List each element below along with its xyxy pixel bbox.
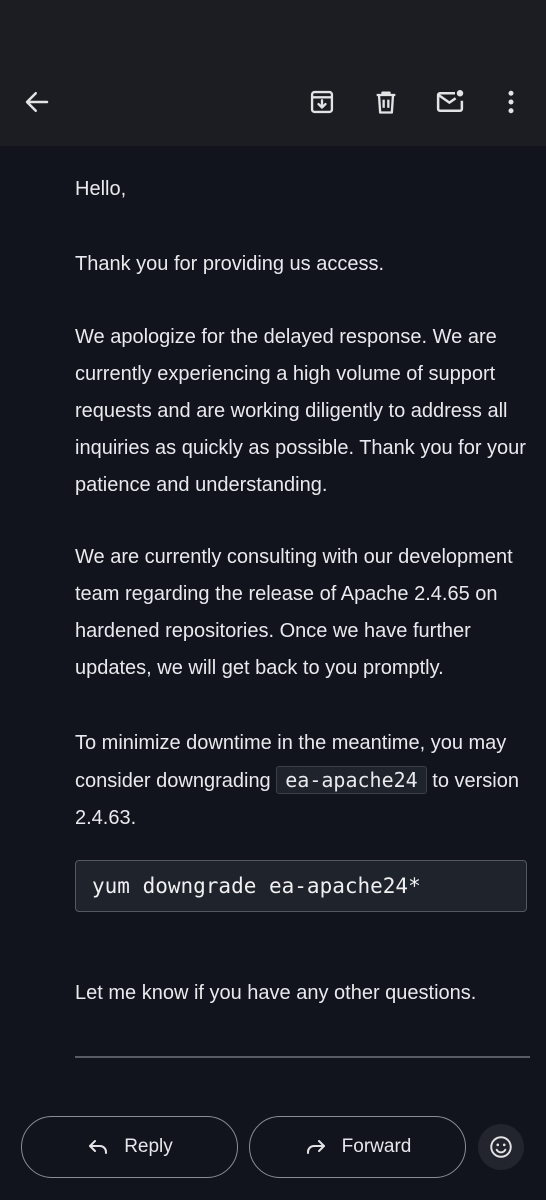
- forward-button[interactable]: Forward: [249, 1116, 466, 1178]
- archive-icon: [310, 90, 334, 114]
- top-app-bar: [0, 0, 546, 146]
- archive-button[interactable]: [302, 82, 342, 122]
- reply-button[interactable]: Reply: [21, 1116, 238, 1178]
- reply-icon: [89, 1140, 108, 1154]
- forward-icon: [306, 1140, 325, 1154]
- reply-label: Reply: [124, 1136, 173, 1157]
- more-vert-icon: [508, 90, 514, 114]
- arrow-left-icon: [25, 92, 49, 112]
- mail-unread-icon: [436, 90, 464, 112]
- mark-unread-button[interactable]: [430, 82, 470, 122]
- inline-code-package: ea-apache24: [276, 766, 427, 794]
- code-block: yum downgrade ea-apache24*: [75, 860, 527, 912]
- greeting-text: Hello,: [75, 178, 127, 200]
- trash-icon: [376, 91, 396, 114]
- back-button[interactable]: [17, 82, 57, 122]
- emoji-reaction-button[interactable]: [478, 1124, 524, 1170]
- delete-button[interactable]: [366, 82, 406, 122]
- apology-paragraph: We apologize for the delayed response. W…: [75, 326, 526, 496]
- divider: [75, 1056, 530, 1058]
- thanks-text: Thank you for providing us access.: [75, 253, 385, 275]
- forward-label: Forward: [341, 1136, 412, 1157]
- consulting-paragraph: We are currently consulting with our dev…: [75, 546, 513, 679]
- smiley-icon: [490, 1136, 512, 1158]
- closing-text: Let me know if you have any other questi…: [75, 982, 477, 1004]
- downgrade-paragraph: To minimize downtime in the meantime, yo…: [75, 725, 535, 837]
- more-options-button[interactable]: [491, 82, 531, 122]
- code-command: yum downgrade ea-apache24*: [92, 874, 421, 898]
